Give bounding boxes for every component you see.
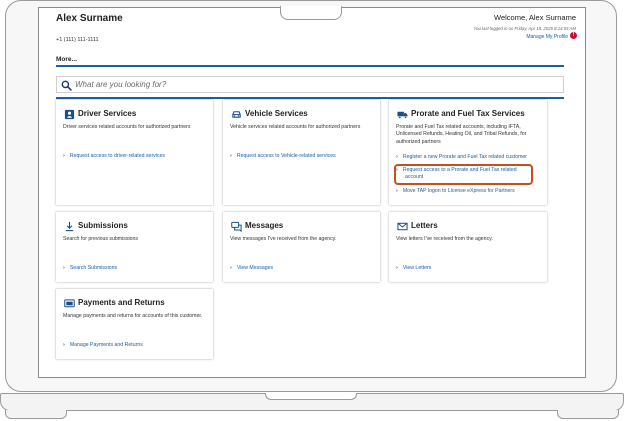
envelope-icon (397, 222, 408, 231)
letters-card: Letters View letters I've received from … (389, 212, 547, 282)
highlight-box (394, 164, 533, 185)
search-input[interactable] (75, 78, 555, 91)
card-description: Manage payments and returns for accounts… (63, 313, 203, 319)
car-icon (232, 111, 241, 118)
link-label: Move TAP logon to License eXpress for Pa… (402, 188, 515, 194)
driver-services-card: Driver Services Driver services related … (56, 100, 213, 205)
prorate-fuel-tax-card: Prorate and Fuel Tax Services Prorate an… (389, 100, 547, 205)
card-title: Payments and Returns (78, 298, 165, 307)
request-vehicle-access-link[interactable]: › Request access to Vehicle-related servi… (230, 153, 336, 160)
download-icon (65, 221, 74, 232)
card-title: Prorate and Fuel Tax Services (411, 109, 525, 118)
chevron-right-icon: › (396, 188, 398, 194)
laptop-foot-right (557, 410, 619, 419)
chevron-right-icon: › (230, 265, 232, 271)
link-label: View Messages (236, 265, 274, 271)
card-description: Vehicle services related accounts for au… (230, 124, 361, 130)
messages-card: Messages View messages I've received fro… (223, 212, 380, 282)
alert-badge[interactable]: ! (570, 32, 577, 39)
card-description: Driver services related accounts for aut… (63, 124, 191, 130)
chat-icon (231, 221, 242, 232)
link-label: Request access to Vehicle-related servic… (236, 153, 336, 159)
welcome-text: Welcome, Alex Surname (494, 13, 576, 22)
id-card-icon (64, 109, 75, 120)
link-label: Register a new Prorate and Fuel Tax rela… (402, 154, 528, 160)
view-messages-link[interactable]: › View Messages (230, 265, 273, 272)
chevron-right-icon: › (63, 153, 65, 159)
card-description: Search for previous submissions (63, 236, 138, 242)
chevron-right-icon: › (63, 265, 65, 271)
search-icon (61, 80, 72, 91)
chevron-right-icon: › (230, 153, 232, 159)
link-label: View Letters (402, 265, 432, 271)
screen: Alex Surname +1 (111) 111-1111 Welcome, … (38, 7, 586, 378)
move-tap-logon-link[interactable]: › Move TAP logon to License eXpress for P… (396, 188, 543, 195)
card-title: Vehicle Services (245, 109, 308, 118)
search-divider (56, 97, 564, 99)
more-divider (56, 65, 564, 67)
card-description: View messages I've received from the age… (230, 236, 337, 242)
last-login-text: You last logged in on Friday, Apr 18, 20… (473, 26, 576, 31)
view-letters-link[interactable]: › View Letters (396, 265, 431, 272)
more-menu[interactable]: More... (56, 56, 77, 63)
card-description: Prorate and Fuel Tax related accounts, i… (396, 124, 527, 145)
vehicle-services-card: Vehicle Services Vehicle services relate… (223, 100, 380, 205)
trackpad-notch (265, 393, 357, 400)
search-submissions-link[interactable]: › Search Submissions (63, 265, 117, 272)
register-prorate-customer-link[interactable]: › Register a new Prorate and Fuel Tax rel… (396, 154, 543, 161)
laptop-foot-left (5, 410, 67, 419)
link-label: Manage Payments and Returns (69, 342, 143, 348)
link-label: Search Submissions (69, 265, 118, 271)
search-box (56, 76, 564, 93)
card-title: Messages (245, 221, 284, 230)
request-driver-access-link[interactable]: › Request access to driver-related servic… (63, 153, 165, 160)
manage-payments-link[interactable]: › Manage Payments and Returns (63, 342, 143, 349)
submissions-card: Submissions Search for previous submissi… (56, 212, 213, 282)
manage-profile-link[interactable]: Manage My Profile (526, 34, 568, 40)
chevron-right-icon: › (396, 154, 398, 160)
card-title: Submissions (78, 221, 128, 230)
card-title: Driver Services (78, 109, 137, 118)
payments-returns-card: Payments and Returns Manage payments and… (56, 289, 213, 359)
card-title: Letters (411, 221, 438, 230)
card-description: View letters I've received from the agen… (396, 236, 493, 242)
camera-notch (280, 6, 342, 20)
truck-icon (397, 111, 408, 119)
user-phone: +1 (111) 111-1111 (56, 37, 99, 43)
link-label: Request access to driver-related service… (69, 153, 165, 159)
user-name: Alex Surname (56, 13, 123, 24)
payment-icon (64, 299, 75, 308)
chevron-right-icon: › (396, 265, 398, 271)
chevron-right-icon: › (63, 342, 65, 348)
